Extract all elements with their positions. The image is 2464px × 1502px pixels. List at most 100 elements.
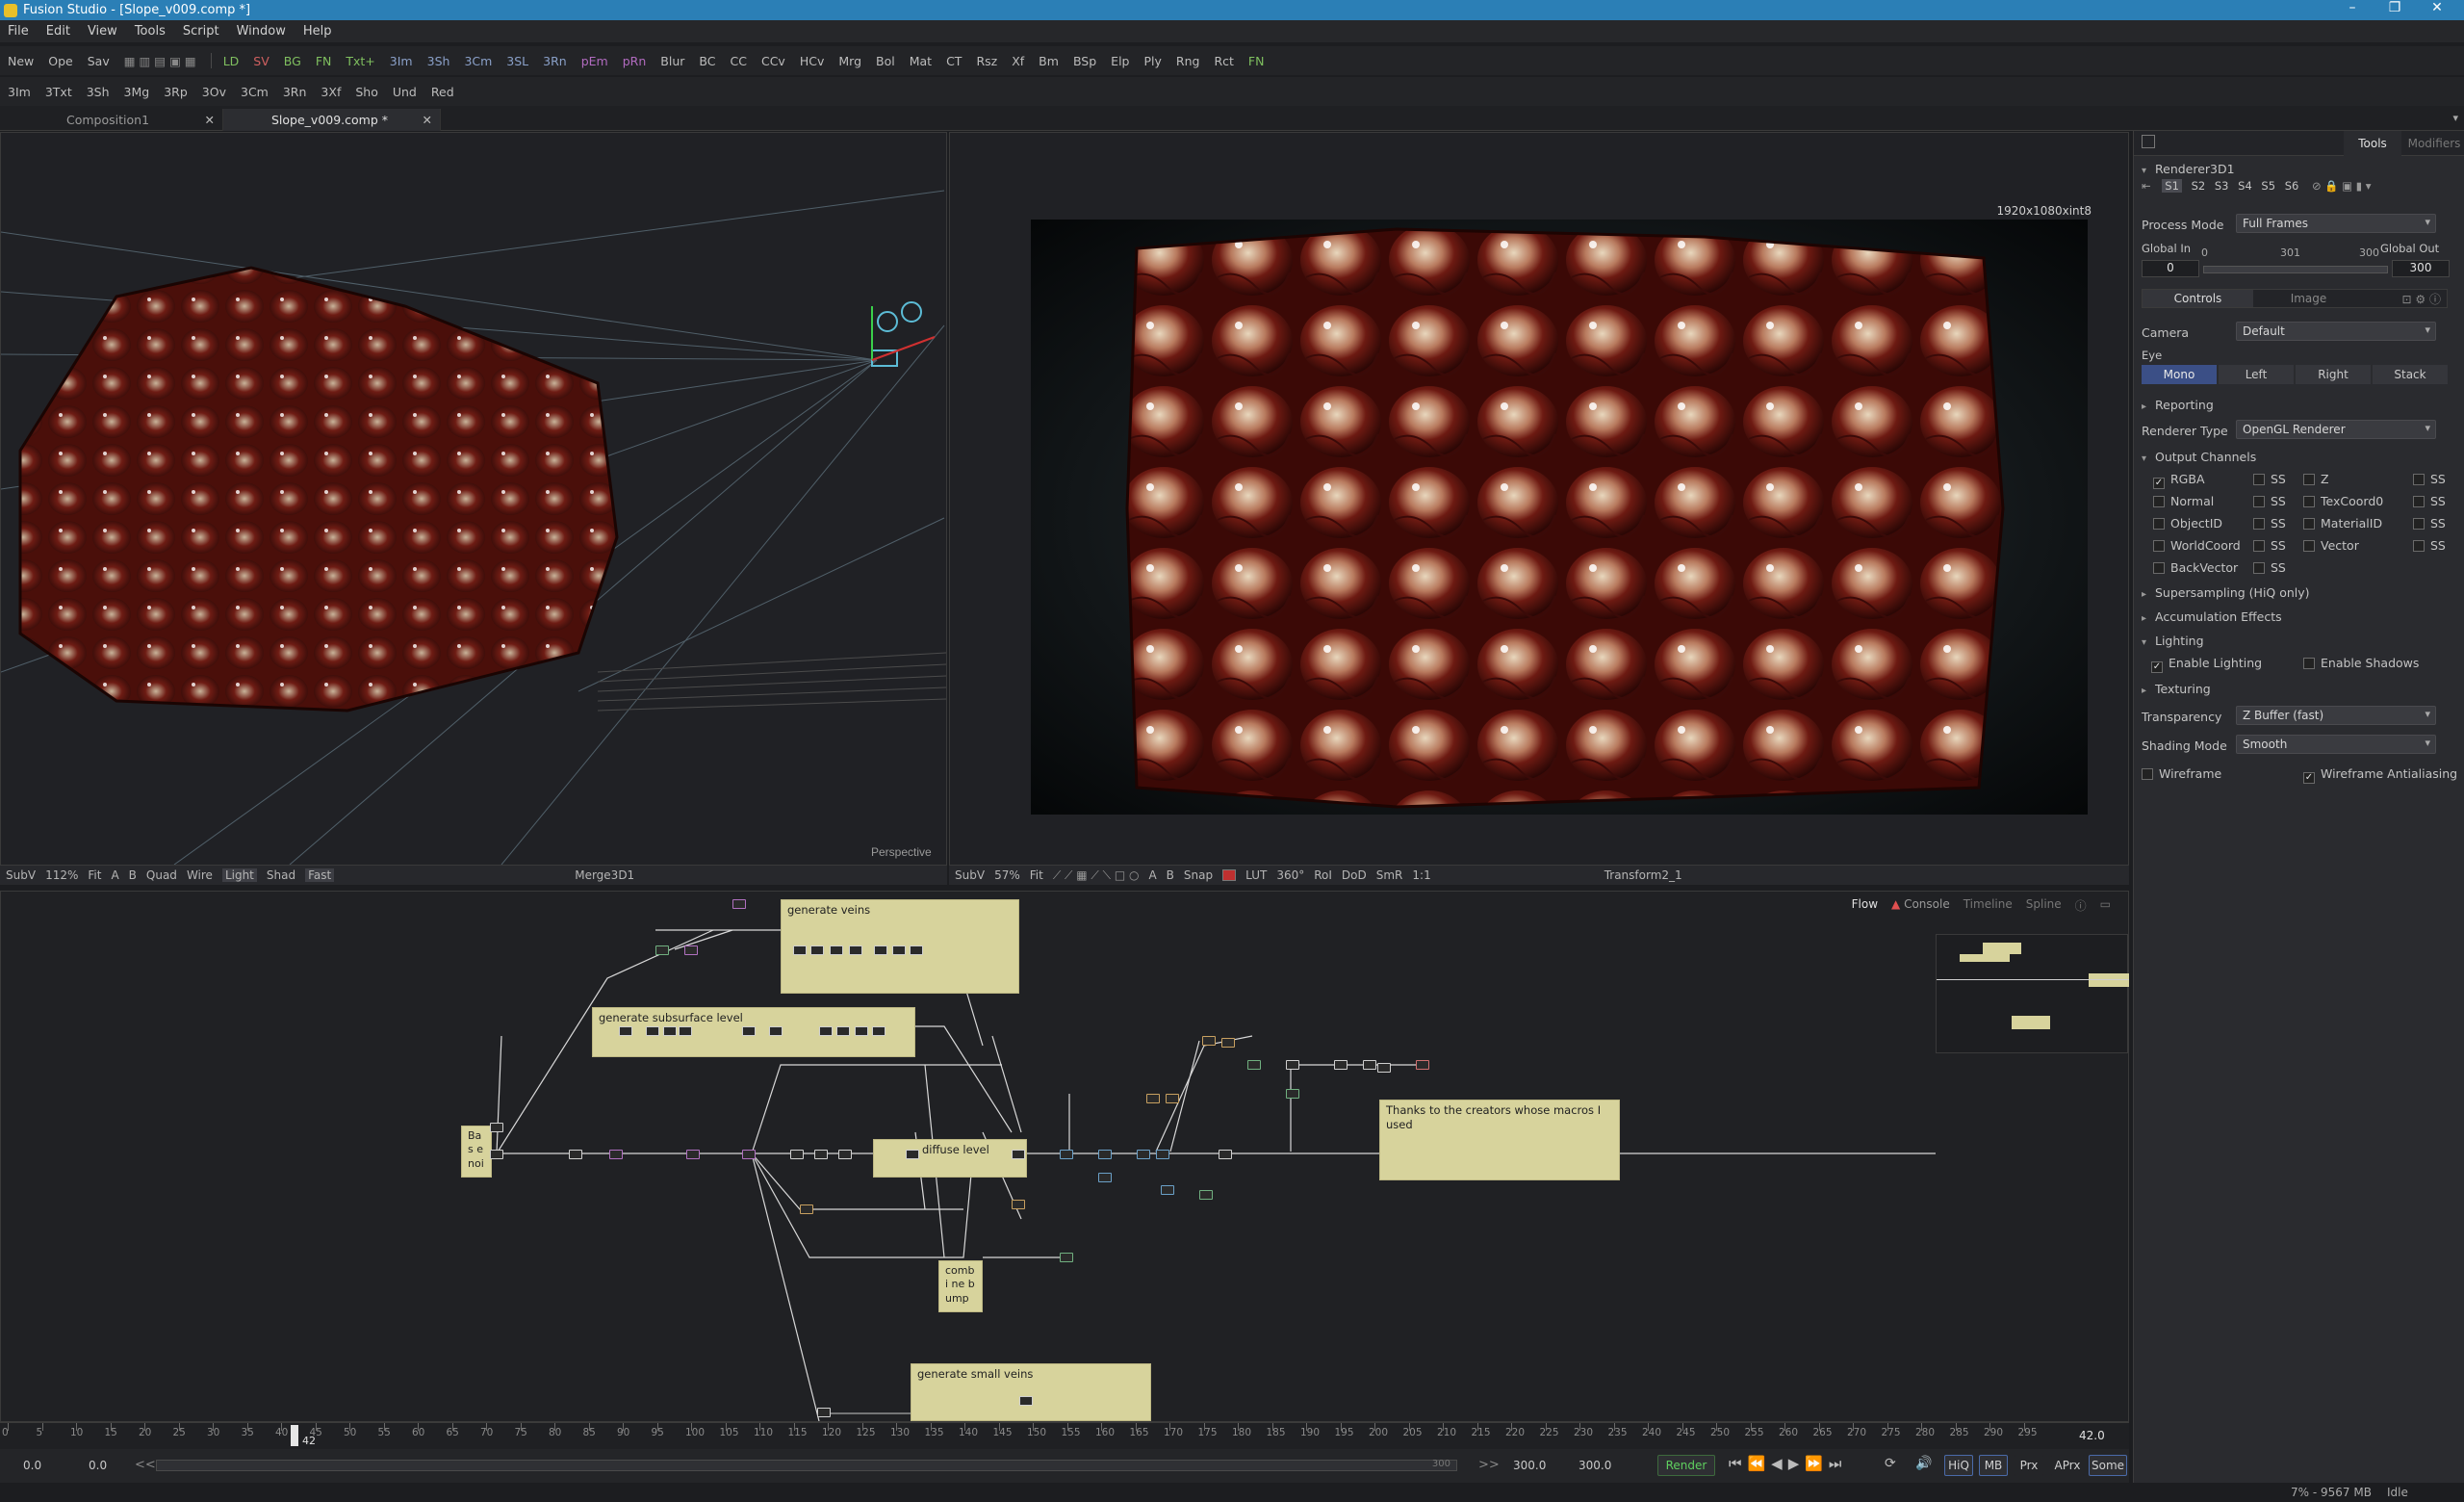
ss-normal[interactable]: SS [2253, 494, 2286, 508]
shading-mode-dropdown[interactable]: Smooth [2236, 735, 2436, 754]
flow-node[interactable] [849, 945, 862, 955]
flow-node[interactable] [1166, 1094, 1179, 1103]
menu-tools[interactable]: Tools [135, 24, 166, 39]
flow-node[interactable] [684, 945, 698, 955]
checkbox[interactable] [2253, 496, 2265, 507]
render-end-field[interactable]: 300.0 [1513, 1459, 1546, 1472]
tool-color-curves[interactable]: CCv [761, 54, 785, 68]
flow-node[interactable] [906, 1150, 919, 1159]
flow-node[interactable] [490, 1123, 503, 1132]
close-icon[interactable]: ✕ [205, 113, 215, 127]
subview-button[interactable]: SubV [955, 868, 985, 882]
flow-node[interactable] [855, 1026, 868, 1036]
hiq-button[interactable]: HiQ [1944, 1455, 1973, 1476]
checkbox[interactable] [2253, 474, 2265, 485]
process-mode-dropdown[interactable]: Full Frames [2236, 214, 2436, 233]
tool-particle-emitter[interactable]: pEm [581, 54, 608, 68]
flow-node[interactable] [655, 945, 669, 955]
menu-view[interactable]: View [88, 24, 117, 39]
tool-particle-render[interactable]: pRn [623, 54, 647, 68]
flow-node[interactable] [609, 1150, 623, 1159]
viewer-tool-icons[interactable]: ⟋ ⟋ ▦ ⟋ ⟍ □ ○ [1053, 868, 1140, 883]
tool-header[interactable]: ▾ Renderer3D1 [2142, 162, 2235, 176]
supersampling-section[interactable]: ▸ Supersampling (HiQ only) [2142, 585, 2310, 600]
checkbox[interactable] [2142, 768, 2153, 780]
tool-text[interactable]: Txt+ [346, 54, 374, 68]
checkbox[interactable] [2303, 496, 2315, 507]
global-end-field[interactable]: 300.0 [1578, 1459, 1611, 1472]
checkbox-checked[interactable]: ✓ [2151, 661, 2163, 673]
zoom-value[interactable]: 112% [45, 868, 78, 882]
prx-button[interactable]: Prx [2014, 1455, 2044, 1476]
checkbox[interactable] [2303, 658, 2315, 669]
tool-open[interactable]: Ope [48, 54, 72, 68]
tool-hue-curves[interactable]: HCv [800, 54, 825, 68]
view-b-button[interactable]: B [1167, 868, 1174, 882]
tool-3d-text[interactable]: 3Txt [45, 85, 72, 99]
flow-node[interactable] [819, 1026, 833, 1036]
tool-color-correct[interactable]: CC [731, 54, 747, 68]
tab-menu-icon[interactable]: ▾ [2452, 112, 2458, 124]
tool-undo[interactable]: Und [393, 85, 417, 99]
flow-node[interactable] [569, 1150, 582, 1159]
channel-materialid[interactable]: MaterialID [2303, 516, 2382, 531]
tool-rectangle[interactable]: Rct [1214, 54, 1233, 68]
tab-tools[interactable]: Tools [2344, 131, 2401, 156]
checkbox[interactable] [2253, 562, 2265, 574]
fit-button[interactable]: Fit [1030, 868, 1043, 882]
flow-node[interactable] [679, 1026, 692, 1036]
tool-3d-camera-2[interactable]: 3Cm [241, 85, 269, 99]
flow-node[interactable] [619, 1026, 632, 1036]
checkbox[interactable] [2153, 540, 2165, 552]
tool-3d-shape[interactable]: 3Sh [427, 54, 450, 68]
slot-s6[interactable]: S6 [2285, 179, 2299, 193]
tool-3d-replace-material[interactable]: 3Rp [164, 85, 188, 99]
tab-modifiers[interactable]: Modifiers [2403, 131, 2464, 156]
global-out-field[interactable]: 300 [2392, 260, 2450, 277]
tab-image[interactable]: Image [2253, 290, 2364, 307]
tool-show[interactable]: Sho [355, 85, 378, 99]
pin-icon[interactable]: ⇤ [2142, 179, 2151, 193]
flow-node[interactable] [1012, 1200, 1025, 1209]
slot-s1[interactable]: S1 [2162, 179, 2182, 193]
flow-node[interactable] [810, 945, 824, 955]
fit-button[interactable]: Fit [88, 868, 101, 882]
tool-3d-shape-2[interactable]: 3Sh [87, 85, 110, 99]
checkbox[interactable] [2153, 496, 2165, 507]
lut-button[interactable]: LUT [1245, 868, 1267, 882]
tool-3d-renderer[interactable]: 3Rn [543, 54, 567, 68]
flow-node[interactable] [1416, 1060, 1429, 1070]
checkbox[interactable] [2413, 474, 2425, 485]
flow-node[interactable] [742, 1150, 756, 1159]
wire-button[interactable]: Wire [187, 868, 213, 882]
flow-node[interactable] [1156, 1150, 1169, 1159]
checkbox[interactable] [2153, 518, 2165, 530]
accumulation-section[interactable]: ▸ Accumulation Effects [2142, 609, 2282, 624]
quad-button[interactable]: Quad [146, 868, 177, 882]
ss-objectid[interactable]: SS [2253, 516, 2286, 531]
view-a-button[interactable]: A [1148, 868, 1156, 882]
flow-node[interactable] [1060, 1150, 1073, 1159]
tool-saver[interactable]: SV [253, 54, 270, 68]
channel-normal[interactable]: Normal [2153, 494, 2214, 508]
aprx-button[interactable]: APrx [2050, 1455, 2085, 1476]
flow-node[interactable] [1286, 1089, 1299, 1099]
global-range-slider[interactable] [2203, 266, 2388, 273]
note-combine-bump[interactable]: combi ne bump [938, 1260, 983, 1312]
flow-node[interactable] [1012, 1150, 1025, 1159]
flow-node[interactable] [732, 899, 746, 909]
flow-node[interactable] [793, 945, 807, 955]
tool-brightness-contrast[interactable]: BC [699, 54, 715, 68]
tool-3d-image[interactable]: 3Im [390, 54, 413, 68]
360-button[interactable]: 360° [1276, 868, 1304, 882]
tool-loader[interactable]: LD [223, 54, 240, 68]
tool-merge[interactable]: Mrg [838, 54, 861, 68]
global-in-field[interactable]: 0 [2142, 260, 2199, 277]
eye-mono-button[interactable]: Mono [2142, 365, 2217, 384]
checkbox-checked[interactable]: ✓ [2303, 772, 2315, 784]
eye-right-button[interactable]: Right [2296, 365, 2371, 384]
tool-bspline[interactable]: BSp [1073, 54, 1096, 68]
menu-file[interactable]: File [8, 24, 29, 39]
flow-node[interactable] [742, 1026, 756, 1036]
reporting-section[interactable]: ▸ Reporting [2142, 398, 2214, 412]
